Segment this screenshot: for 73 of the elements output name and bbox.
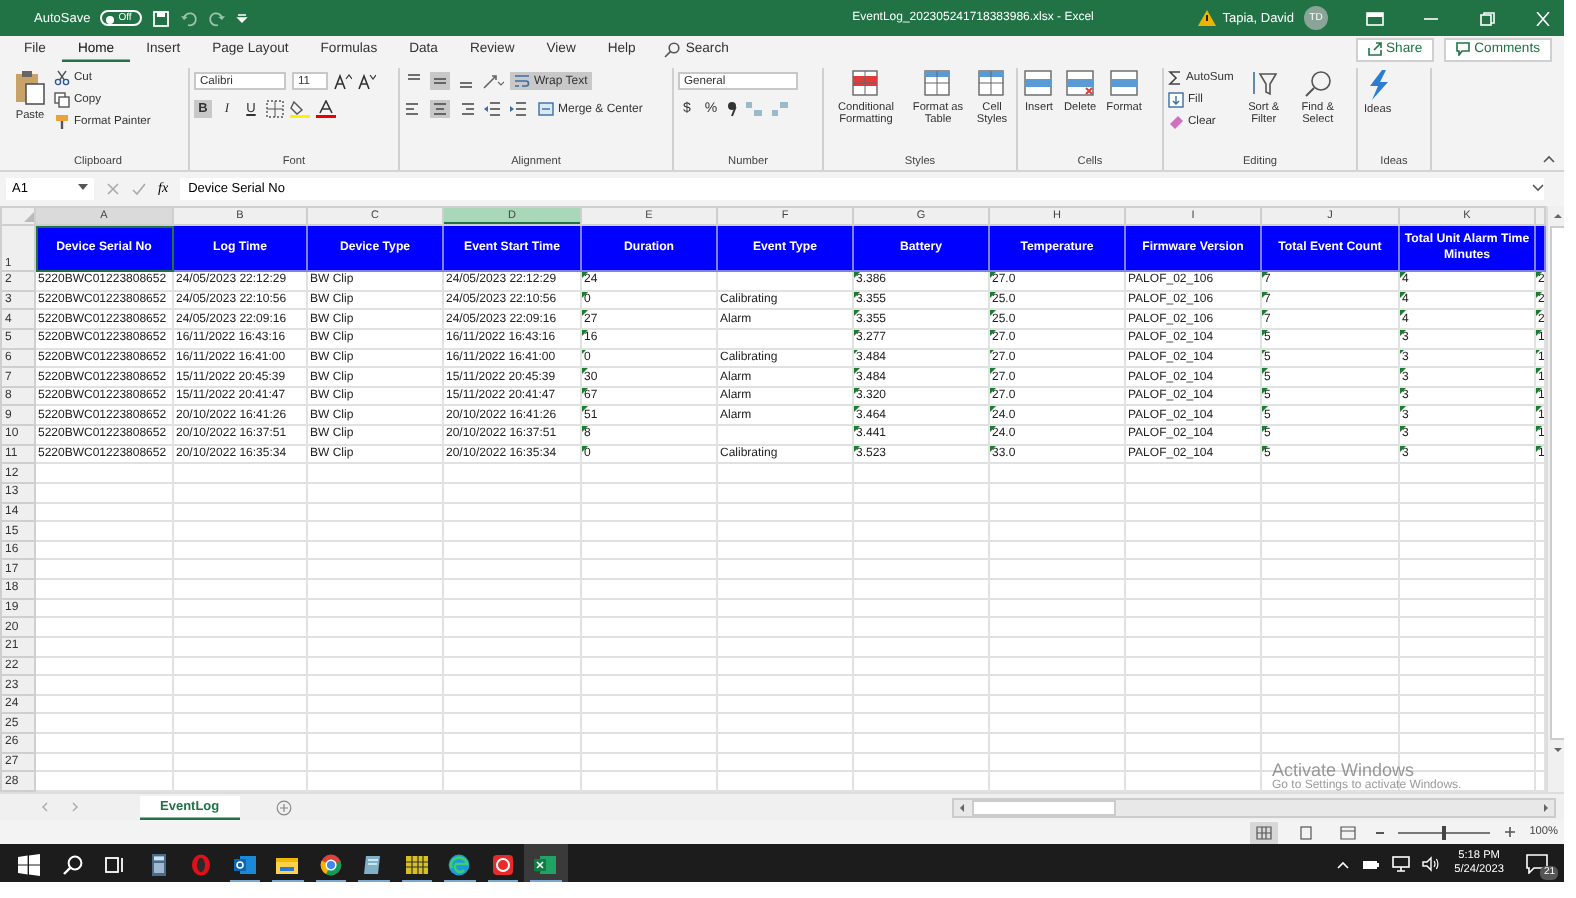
activation-title: Activate Windows	[1272, 760, 1415, 780]
caret-icon	[78, 184, 88, 192]
paintbrush-icon	[54, 113, 70, 129]
scissors-icon	[54, 69, 70, 85]
sigma-icon	[1168, 69, 1182, 85]
orientation-icon[interactable]	[482, 72, 504, 90]
close-icon[interactable]	[1534, 11, 1552, 25]
borders-icon[interactable]	[266, 100, 284, 118]
font-color-icon[interactable]	[316, 100, 336, 118]
scroll-up-icon[interactable]	[1551, 210, 1563, 222]
magnifier-icon	[1303, 70, 1332, 98]
search-icon	[663, 41, 680, 57]
ring-app-icon	[491, 853, 514, 875]
expand-caret-icon[interactable]	[1532, 184, 1544, 192]
folder-icon	[276, 853, 299, 875]
edge-icon	[448, 853, 471, 875]
customize-caret-icon[interactable]	[235, 12, 248, 24]
eraser-icon	[1168, 113, 1184, 129]
excel-icon	[534, 853, 557, 875]
cells-icon	[1109, 70, 1140, 98]
redo-icon[interactable]	[207, 9, 226, 27]
clipboard-icon	[14, 70, 46, 106]
vertical-align-icon[interactable]	[430, 72, 450, 90]
undo-icon[interactable]	[179, 9, 198, 27]
chrome-icon	[319, 853, 342, 875]
opera-icon	[190, 853, 213, 875]
add-sheet-icon[interactable]	[275, 799, 292, 815]
fill-color-icon[interactable]	[290, 100, 310, 118]
horizontal-align-icon[interactable]	[456, 100, 476, 118]
scroll-right-icon[interactable]	[1540, 801, 1552, 813]
cells-icon	[1065, 70, 1096, 98]
shrink-font-icon[interactable]	[358, 73, 376, 89]
normal-view-icon[interactable]	[1249, 821, 1278, 843]
zoom-in-icon[interactable]	[1503, 826, 1516, 838]
ribbon-display-icon[interactable]	[1366, 11, 1384, 25]
copy-icon	[54, 91, 70, 107]
network-icon[interactable]	[1392, 856, 1411, 872]
show-hidden-icons-icon[interactable]	[1336, 859, 1351, 869]
save-icon[interactable]	[151, 9, 170, 27]
grid-app-icon	[405, 853, 428, 875]
decrease-indent-icon[interactable]	[482, 100, 502, 118]
wrap-icon	[514, 74, 530, 88]
notepad-icon	[362, 853, 385, 875]
calculator-icon	[147, 853, 170, 875]
scroll-left-icon[interactable]	[956, 801, 968, 813]
battery-icon[interactable]	[1362, 857, 1381, 871]
table-style-icon	[851, 70, 881, 98]
outlook-icon	[233, 853, 256, 875]
notification-icon	[1525, 854, 1547, 874]
table-style-icon	[923, 70, 953, 98]
horizontal-scrollbar[interactable]	[952, 797, 1556, 817]
speaker-icon[interactable]	[1422, 856, 1441, 872]
start-icon	[18, 853, 41, 875]
grow-font-icon[interactable]	[334, 73, 352, 89]
fill-down-icon	[1168, 91, 1184, 107]
search-icon	[61, 853, 84, 875]
merge-icon	[538, 102, 554, 116]
lightning-icon	[1365, 70, 1390, 100]
cells-icon	[1024, 70, 1054, 98]
comment-icon	[1456, 42, 1471, 56]
zoom-slider-thumb[interactable]	[1441, 825, 1446, 840]
scroll-down-icon[interactable]	[1551, 744, 1563, 756]
table-style-icon	[977, 70, 1007, 98]
collapse-ribbon-icon[interactable]	[1542, 154, 1556, 164]
restore-icon[interactable]	[1478, 11, 1496, 25]
task-view-icon	[104, 853, 127, 875]
share-icon	[1368, 42, 1382, 56]
sort-filter-icon	[1249, 70, 1278, 98]
horizontal-align-icon[interactable]	[404, 100, 424, 118]
warning-icon	[1198, 10, 1217, 26]
comma-style-icon[interactable]	[726, 100, 738, 118]
increase-indent-icon[interactable]	[508, 100, 528, 118]
horizontal-align-icon[interactable]	[430, 100, 450, 118]
